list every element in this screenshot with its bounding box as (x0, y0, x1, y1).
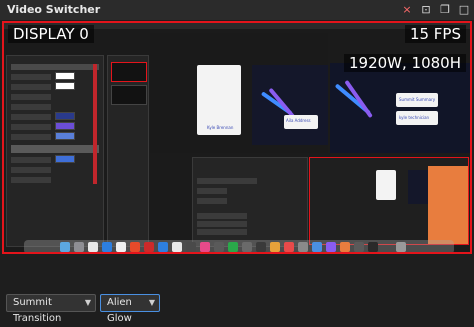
app-icon (340, 242, 350, 252)
effect-dropdown[interactable]: Alien Glow ▼ (100, 294, 160, 324)
app-store-icon (158, 242, 168, 252)
close-icon[interactable]: × (398, 2, 416, 18)
trash-icon (396, 242, 406, 252)
preview-card-mid-label: Aila Address (286, 118, 311, 123)
preview-thumb (55, 155, 75, 163)
preview-nested-card (376, 170, 396, 200)
preview-thumb (55, 132, 75, 140)
preview-card-right-top: Summit Summary (396, 93, 438, 107)
preview-properties-panel (192, 157, 308, 247)
preview-row (197, 198, 227, 204)
preview-right-area (330, 63, 470, 153)
display-label: DISPLAY 0 (8, 25, 94, 43)
preview-nested-display (309, 157, 469, 245)
preview-project-panel (6, 55, 104, 247)
app-icon (284, 242, 294, 252)
preview-row (11, 134, 51, 140)
preview-scene-thumb (111, 85, 147, 105)
fps-label: 15 FPS (404, 25, 466, 43)
preview-card-right-bottom: kyle technician (396, 111, 438, 125)
app-icon (368, 242, 378, 252)
preview-row (197, 188, 227, 194)
preview-row (11, 94, 51, 100)
chevron-down-icon: ▼ (148, 298, 155, 307)
preview-logo-area (252, 65, 328, 145)
preview-card-mid: Aila Address (284, 115, 318, 129)
terminal-icon (256, 242, 266, 252)
preview-card-right-bottom-label: kyle technician (399, 115, 430, 120)
preview-row (11, 114, 51, 120)
maximize-icon[interactable]: □ (455, 2, 473, 18)
transition-dropdown[interactable]: Summit Transition ▼ (6, 294, 96, 324)
preview-row (197, 213, 247, 219)
window-title: Video Switcher (7, 3, 101, 16)
preview-row (197, 221, 247, 227)
preview-row (11, 157, 51, 163)
app-icon (200, 242, 210, 252)
preview-row (11, 104, 51, 110)
preview-card-right-top-label: Summit Summary (399, 97, 436, 102)
resolution-label: 1920W, 1080H (344, 54, 466, 72)
app-icon (298, 242, 308, 252)
preview-thumb (55, 82, 75, 90)
preview-card-left-label: Kyle Brennan (207, 125, 234, 130)
preview-row (11, 167, 51, 173)
preview-row (11, 84, 51, 90)
preview-row (11, 124, 51, 130)
app-icon (270, 242, 280, 252)
preview-record-indicators (93, 64, 97, 184)
preview-scene-thumb (111, 62, 147, 82)
chrome-icon (88, 242, 98, 252)
app-icon (312, 242, 322, 252)
restore-icon[interactable]: ❐ (436, 2, 454, 18)
title-bar: Video Switcher × ⊡ ❐ □ (0, 0, 474, 20)
app-icon (326, 242, 336, 252)
preview-row (11, 74, 51, 80)
transition-dropdown-label: Summit Transition (13, 297, 62, 324)
dock (24, 240, 454, 252)
app-icon (242, 242, 252, 252)
filezilla-icon (144, 242, 154, 252)
preview-card-left: Kyle Brennan (197, 65, 241, 135)
pip-icon[interactable]: ⊡ (417, 2, 435, 18)
preview-thumb (55, 112, 75, 120)
preview-row (11, 177, 51, 183)
preview-thumb (55, 122, 75, 130)
app-icon (228, 242, 238, 252)
slack-icon (186, 242, 196, 252)
app-icon (130, 242, 140, 252)
finder-icon (60, 242, 70, 252)
settings-icon (172, 242, 182, 252)
preview-row-selected (11, 145, 99, 153)
preview-row (11, 64, 99, 70)
chevron-down-icon: ▼ (84, 298, 91, 307)
display-preview[interactable]: Kyle Brennan Aila Address Summit Summary… (2, 21, 472, 254)
preview-row (197, 178, 257, 184)
calendar-icon (116, 242, 126, 252)
launchpad-icon (74, 242, 84, 252)
preview-row (197, 229, 247, 235)
preview-thumb (55, 72, 75, 80)
app-icon (214, 242, 224, 252)
mail-icon (102, 242, 112, 252)
preview-scene-panel (107, 55, 149, 247)
preview-nested-wallpaper (428, 166, 468, 244)
app-icon (354, 242, 364, 252)
effect-dropdown-label: Alien Glow (107, 297, 132, 324)
